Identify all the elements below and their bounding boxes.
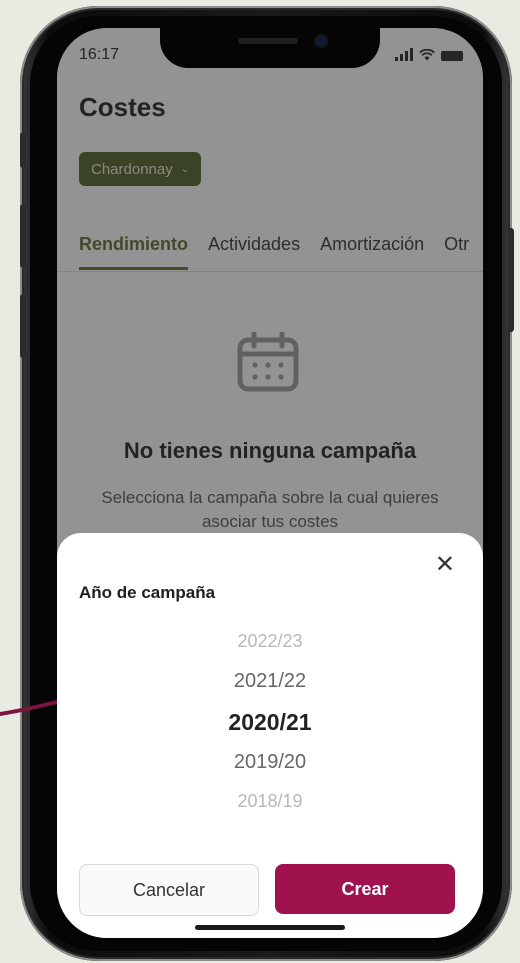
picker-option[interactable]: 2021/22 bbox=[57, 670, 483, 693]
volume-up-button bbox=[20, 204, 26, 268]
speaker bbox=[238, 38, 298, 44]
create-button[interactable]: Crear bbox=[275, 864, 455, 914]
notch bbox=[160, 28, 380, 68]
close-icon[interactable]: ✕ bbox=[435, 553, 455, 577]
picker-option[interactable]: 2022/23 bbox=[57, 631, 483, 652]
phone-screen: 16:17 Costes Chardonnay ⌄ Rendimiento Ac… bbox=[57, 28, 483, 938]
front-camera bbox=[316, 36, 326, 46]
sheet-title: Año de campaña bbox=[79, 583, 216, 602]
picker-option[interactable]: 2018/19 bbox=[57, 791, 483, 812]
volume-down-button bbox=[20, 294, 26, 358]
picker-option-selected[interactable]: 2020/21 bbox=[57, 709, 483, 736]
campaign-year-sheet: ✕ Año de campaña 2022/23 2021/22 2020/21… bbox=[57, 533, 483, 938]
cancel-button[interactable]: Cancelar bbox=[79, 864, 259, 916]
power-button bbox=[508, 228, 514, 332]
home-indicator bbox=[195, 925, 345, 930]
year-picker[interactable]: 2022/23 2021/22 2020/21 2019/20 2018/19 bbox=[57, 625, 483, 825]
mute-switch bbox=[20, 132, 26, 168]
picker-option[interactable]: 2019/20 bbox=[57, 751, 483, 774]
